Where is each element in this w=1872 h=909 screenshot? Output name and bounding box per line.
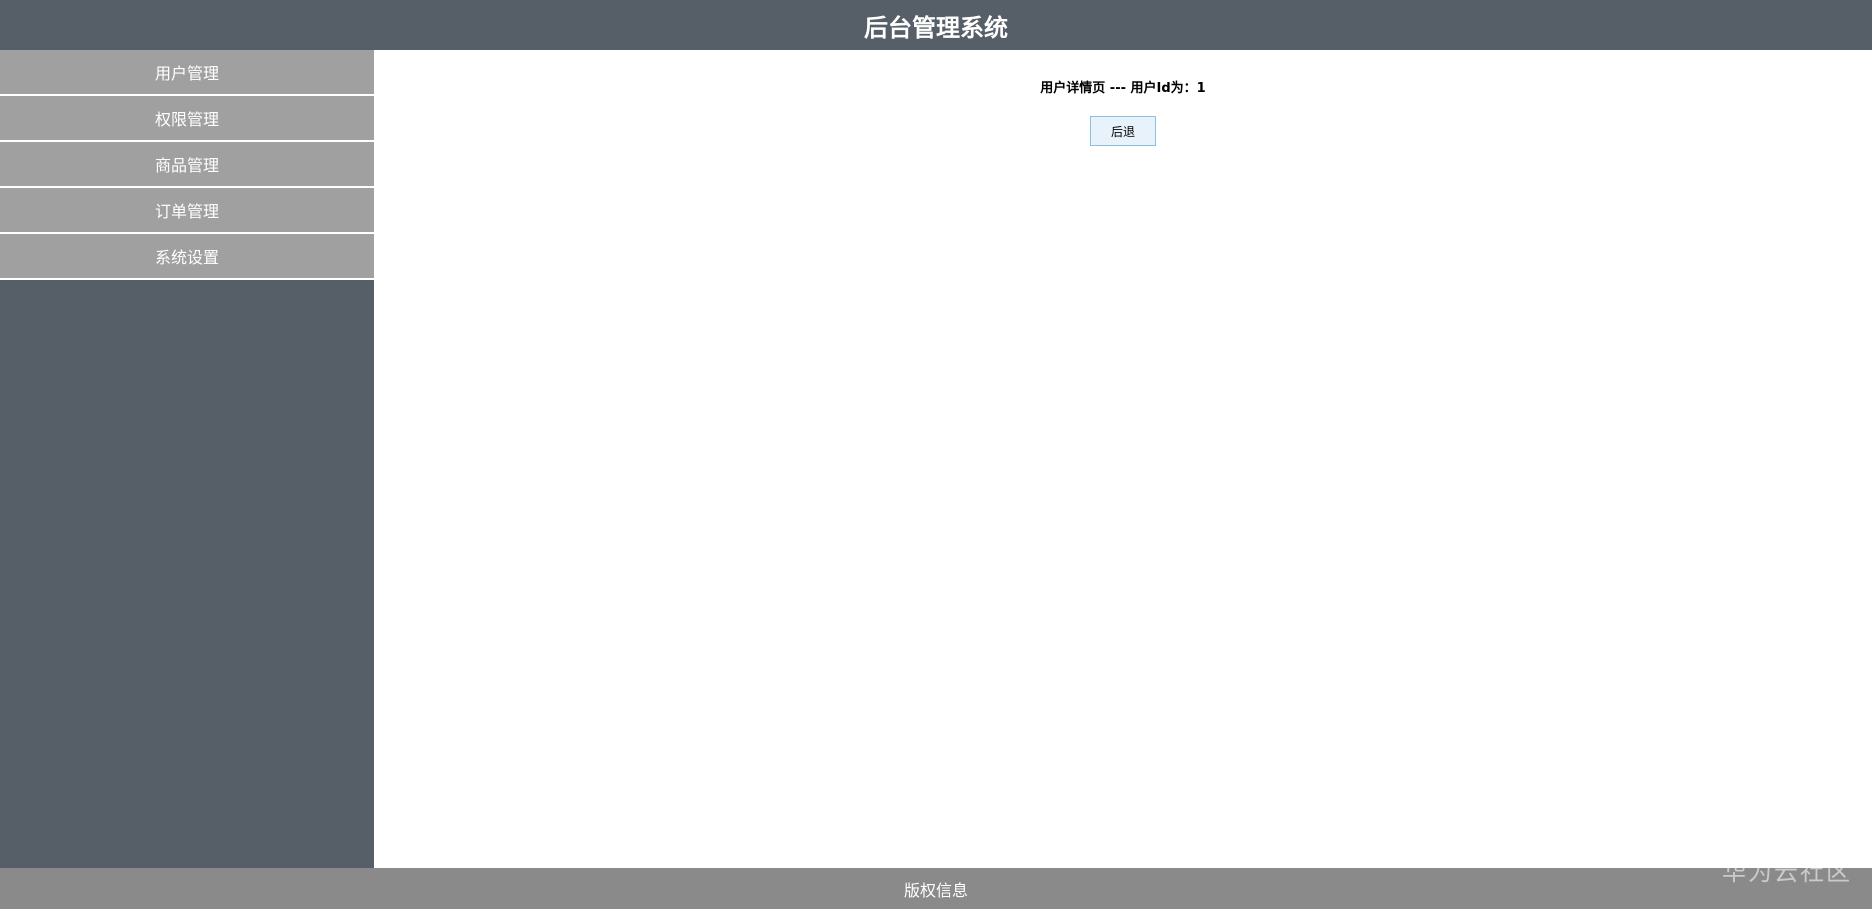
sidebar-item-label: 权限管理 [154, 110, 219, 129]
copyright-text: 版权信息 [903, 880, 968, 900]
app-root: 后台管理系统 用户管理 权限管理 商品管理 订单管理 系统设置 用户详情页 --… [0, 0, 1872, 909]
app-title: 后台管理系统 [864, 13, 1008, 42]
user-detail-title: 用户详情页 --- 用户Id为：1 [1040, 81, 1206, 96]
sidebar-item-label: 订单管理 [154, 202, 219, 221]
sidebar-item-label: 商品管理 [154, 156, 219, 175]
sidebar-item-order-management[interactable]: 订单管理 [0, 188, 374, 234]
sidebar: 用户管理 权限管理 商品管理 订单管理 系统设置 [0, 50, 374, 868]
app-header: 后台管理系统 [0, 0, 1872, 50]
sidebar-item-user-management[interactable]: 用户管理 [0, 50, 374, 96]
sidebar-item-system-settings[interactable]: 系统设置 [0, 234, 374, 280]
sidebar-item-product-management[interactable]: 商品管理 [0, 142, 374, 188]
sidebar-item-label: 用户管理 [154, 64, 219, 83]
back-button[interactable]: 后退 [1090, 116, 1156, 146]
sidebar-item-permission-management[interactable]: 权限管理 [0, 96, 374, 142]
sidebar-item-label: 系统设置 [154, 248, 219, 267]
footer: 版权信息 [0, 868, 1872, 909]
main-content: 用户详情页 --- 用户Id为：1 后退 [374, 50, 1872, 868]
